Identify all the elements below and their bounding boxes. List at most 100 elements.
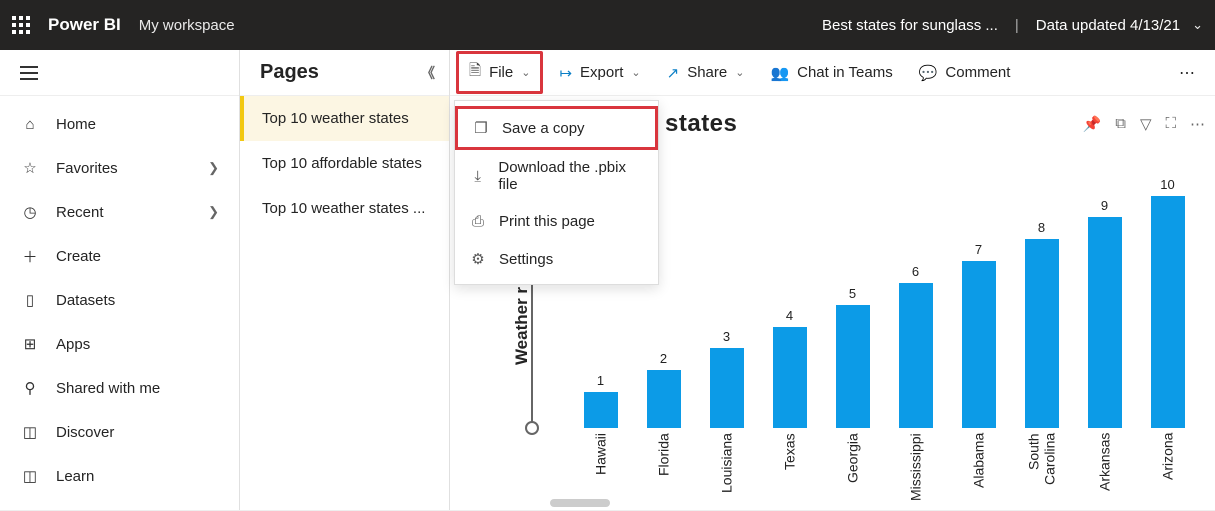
x-tick-label: South Carolina bbox=[1014, 433, 1069, 493]
menu-item-save-copy[interactable]: ❐ Save a copy bbox=[455, 106, 658, 150]
export-icon: ↦ bbox=[559, 64, 572, 82]
axis-endpoint-icon bbox=[525, 421, 539, 435]
plus-icon: ＋ bbox=[20, 246, 40, 267]
chevron-down-icon: ⌄ bbox=[735, 66, 744, 79]
bar-value-label: 2 bbox=[660, 351, 667, 366]
apps-icon: ⊞ bbox=[20, 335, 40, 353]
nav-label: Apps bbox=[56, 336, 90, 353]
nav-label: Learn bbox=[56, 468, 94, 485]
learn-icon: ◫ bbox=[20, 467, 40, 485]
bar[interactable]: 3 bbox=[699, 329, 754, 428]
nav-label: Favorites bbox=[56, 160, 118, 177]
bar[interactable]: 8 bbox=[1014, 220, 1069, 428]
clock-icon: ◷ bbox=[20, 203, 40, 221]
bar-value-label: 8 bbox=[1038, 220, 1045, 235]
bar-value-label: 9 bbox=[1101, 198, 1108, 213]
x-tick-label: Arkansas bbox=[1077, 433, 1132, 493]
bar[interactable]: 9 bbox=[1077, 198, 1132, 428]
nav-toggle-button[interactable] bbox=[0, 50, 239, 96]
x-tick-label: Alabama bbox=[951, 433, 1006, 493]
nav-item-learn[interactable]: ◫ Learn bbox=[0, 454, 239, 498]
export-button[interactable]: ↦ Export ⌄ bbox=[547, 58, 652, 88]
menu-label: Settings bbox=[499, 251, 553, 268]
nav-label: Shared with me bbox=[56, 380, 160, 397]
home-icon: ⌂ bbox=[20, 116, 40, 133]
pin-icon[interactable]: 📌 bbox=[1083, 115, 1102, 133]
file-icon: 🗎 bbox=[469, 60, 481, 85]
bar-value-label: 10 bbox=[1160, 177, 1174, 192]
comment-label: Comment bbox=[945, 64, 1010, 81]
share-label: Share bbox=[687, 64, 727, 81]
nav-item-create[interactable]: ＋ Create bbox=[0, 234, 239, 278]
bar[interactable]: 7 bbox=[951, 242, 1006, 428]
menu-label: Print this page bbox=[499, 213, 595, 230]
bar-value-label: 5 bbox=[849, 286, 856, 301]
chevron-right-icon: ❯ bbox=[208, 160, 219, 176]
focus-mode-icon[interactable]: ⛶ bbox=[1165, 115, 1176, 133]
bar[interactable]: 2 bbox=[636, 351, 691, 428]
teams-button[interactable]: 👥 Chat in Teams bbox=[758, 58, 904, 88]
menu-item-print[interactable]: ⎙ Print this page bbox=[455, 203, 658, 240]
chevron-down-icon: ⌄ bbox=[521, 66, 530, 79]
bar[interactable]: 1 bbox=[573, 373, 628, 428]
visual-more-icon[interactable]: ⋯ bbox=[1190, 115, 1205, 133]
bar[interactable]: 5 bbox=[825, 286, 880, 428]
menu-item-download[interactable]: ⤓ Download the .pbix file bbox=[455, 149, 658, 203]
nav-item-shared[interactable]: ⚲ Shared with me bbox=[0, 366, 239, 410]
nav-item-datasets[interactable]: ▯ Datasets bbox=[0, 278, 239, 322]
copy-icon[interactable]: ⧉ bbox=[1115, 115, 1126, 133]
print-icon: ⎙ bbox=[469, 213, 487, 230]
bar[interactable]: 4 bbox=[762, 308, 817, 428]
x-tick-label: Florida bbox=[636, 433, 691, 493]
menu-label: Download the .pbix file bbox=[498, 159, 644, 193]
comment-button[interactable]: 💬 Comment bbox=[907, 58, 1023, 88]
nav-item-home[interactable]: ⌂ Home bbox=[0, 102, 239, 146]
nav-item-recent[interactable]: ◷ Recent ❯ bbox=[0, 190, 239, 234]
data-updated-label[interactable]: Data updated 4/13/21 bbox=[1036, 17, 1180, 34]
star-icon: ☆ bbox=[20, 159, 40, 177]
bar[interactable]: 10 bbox=[1140, 177, 1195, 428]
file-menu-button[interactable]: 🗎 File ⌄ bbox=[456, 51, 543, 94]
nav-label: Create bbox=[56, 248, 101, 265]
y-axis-label: Weather r bbox=[512, 286, 532, 364]
file-label: File bbox=[489, 64, 513, 81]
chevron-right-icon: ❯ bbox=[208, 204, 219, 220]
collapse-pane-icon[interactable]: 《 bbox=[421, 63, 431, 83]
save-copy-icon: ❐ bbox=[472, 119, 490, 137]
menu-item-settings[interactable]: ⚙ Settings bbox=[455, 240, 658, 278]
page-item[interactable]: Top 10 weather states bbox=[240, 96, 449, 141]
filter-icon[interactable]: ▽ bbox=[1140, 115, 1152, 133]
report-toolbar: 🗎 File ⌄ ↦ Export ⌄ ↗ Share ⌄ 👥 Chat in … bbox=[450, 50, 1215, 96]
bar[interactable]: 6 bbox=[888, 264, 943, 428]
x-tick-label: Hawaii bbox=[573, 433, 628, 493]
nav-label: Discover bbox=[56, 424, 114, 441]
document-title[interactable]: Best states for sunglass ... bbox=[822, 17, 998, 34]
nav-label: Home bbox=[56, 116, 96, 133]
chevron-down-icon[interactable]: ⌄ bbox=[1192, 17, 1203, 33]
page-item[interactable]: Top 10 affordable states bbox=[240, 141, 449, 186]
database-icon: ▯ bbox=[20, 291, 40, 309]
share-icon: ↗ bbox=[667, 64, 680, 82]
bar-value-label: 1 bbox=[597, 373, 604, 388]
x-tick-label: Texas bbox=[762, 433, 817, 493]
file-dropdown: ❐ Save a copy ⤓ Download the .pbix file … bbox=[454, 100, 659, 285]
nav-item-favorites[interactable]: ☆ Favorites ❯ bbox=[0, 146, 239, 190]
shared-icon: ⚲ bbox=[20, 379, 40, 397]
nav-item-apps[interactable]: ⊞ Apps bbox=[0, 322, 239, 366]
share-button[interactable]: ↗ Share ⌄ bbox=[655, 58, 757, 88]
chevron-down-icon: ⌄ bbox=[631, 66, 640, 79]
separator: | bbox=[1015, 17, 1019, 34]
workspace-name[interactable]: My workspace bbox=[139, 17, 235, 34]
visual-action-bar: 📌 ⧉ ▽ ⛶ ⋯ bbox=[1083, 115, 1205, 133]
bar-value-label: 3 bbox=[723, 329, 730, 344]
x-tick-label: Mississippi bbox=[888, 433, 943, 493]
x-tick-label: Louisiana bbox=[699, 433, 754, 493]
app-launcher-icon[interactable] bbox=[12, 16, 30, 34]
more-options-button[interactable]: ⋯ bbox=[1171, 59, 1205, 87]
nav-item-discover[interactable]: ◫ Discover bbox=[0, 410, 239, 454]
horizontal-scrollbar[interactable] bbox=[550, 499, 610, 507]
hamburger-icon bbox=[20, 66, 38, 80]
bar-value-label: 7 bbox=[975, 242, 982, 257]
page-item[interactable]: Top 10 weather states ... bbox=[240, 186, 449, 231]
nav-label: Datasets bbox=[56, 292, 115, 309]
